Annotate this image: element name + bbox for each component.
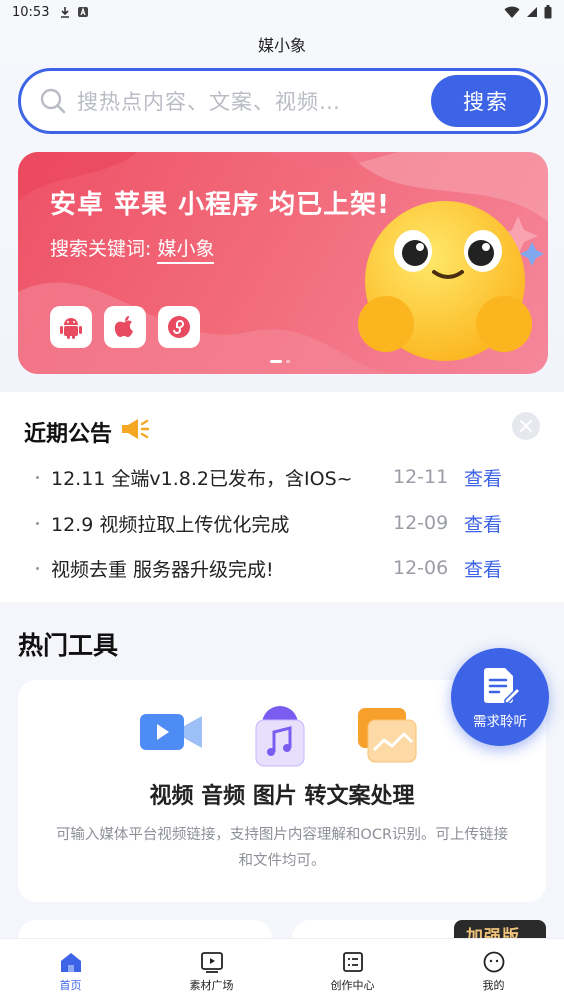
smile-icon xyxy=(483,951,504,973)
nav-creation-center[interactable]: 创作中心 xyxy=(282,939,423,1004)
signal-icon xyxy=(527,7,537,17)
megaphone-icon xyxy=(122,419,150,439)
announcement-date: 12-06 xyxy=(393,557,449,579)
tool-card-title: 视频 音频 图片 转文案处理 xyxy=(149,784,415,809)
announcement-date: 12-11 xyxy=(393,466,449,488)
mini-program-icon xyxy=(158,306,200,348)
search-input[interactable]: 搜热点内容、文案、视频… xyxy=(77,86,341,116)
banner-subtitle: 搜索关键词: 媒小象 xyxy=(50,234,215,264)
banner-title: 安卓 苹果 小程序 均已上架! xyxy=(50,190,391,220)
banner-keyword: 媒小象 xyxy=(157,238,215,264)
announcement-section: 近期公告 12.11 全端v1.8.2已发布，含IOS~ 12-11 查看 12… xyxy=(0,392,564,602)
notification-a-icon xyxy=(78,7,89,17)
nav-material-square[interactable]: 素材广场 xyxy=(141,939,282,1004)
wifi-icon xyxy=(504,6,520,18)
status-time: 10:53 xyxy=(12,4,50,20)
announcement-date: 12-09 xyxy=(393,512,449,534)
banner-pagination xyxy=(270,360,290,363)
close-announcement-button[interactable] xyxy=(512,412,540,440)
page-title: 媒小象 xyxy=(257,36,306,55)
apple-icon xyxy=(104,306,146,348)
nav-label: 素材广场 xyxy=(189,979,234,992)
close-icon xyxy=(520,420,532,432)
nav-label: 首页 xyxy=(59,979,82,992)
search-bar[interactable]: 搜热点内容、文案、视频… 搜索 xyxy=(18,68,548,134)
nav-label: 我的 xyxy=(482,979,505,992)
view-link[interactable]: 查看 xyxy=(464,510,502,537)
download-icon xyxy=(61,7,70,18)
feedback-fab-button[interactable]: 需求聆听 xyxy=(451,648,549,746)
battery-icon xyxy=(544,5,552,19)
video-icon xyxy=(140,714,202,750)
image-icon xyxy=(358,708,417,763)
fab-label: 需求聆听 xyxy=(473,714,527,730)
view-link[interactable]: 查看 xyxy=(464,555,502,582)
hot-tools-title: 热门工具 xyxy=(18,631,119,660)
announcement-item[interactable]: 视频去重 服务器升级完成! 12-06 查看 xyxy=(36,553,536,583)
app-header: 媒小象 xyxy=(0,24,564,64)
banner-subtitle-prefix: 搜索关键词: xyxy=(50,238,152,260)
video-square-icon xyxy=(200,952,223,973)
music-icon xyxy=(255,706,305,767)
search-icon xyxy=(40,88,66,114)
document-edit-icon xyxy=(484,668,521,704)
announcement-text: 视频去重 服务器升级完成! xyxy=(51,558,274,581)
announcement-item[interactable]: 12.11 全端v1.8.2已发布，含IOS~ 12-11 查看 xyxy=(36,462,536,492)
status-bar: 10:53 xyxy=(0,0,564,24)
search-button[interactable]: 搜索 xyxy=(431,75,541,127)
view-link[interactable]: 查看 xyxy=(464,464,502,491)
announcement-text: 12.11 全端v1.8.2已发布，含IOS~ xyxy=(51,467,353,490)
promo-banner[interactable]: 安卓 苹果 小程序 均已上架! 搜索关键词: 媒小象 xyxy=(18,152,548,374)
announcement-title: 近期公告 xyxy=(24,422,113,447)
announcement-item[interactable]: 12.9 视频拉取上传优化完成 12-09 查看 xyxy=(36,508,536,538)
android-icon xyxy=(50,306,92,348)
home-icon xyxy=(60,953,81,972)
mascot-illustration xyxy=(358,201,544,361)
bottom-navigation: 首页 素材广场 创作中心 我的 xyxy=(0,938,564,1004)
checklist-icon xyxy=(342,952,363,972)
tool-card-description: 可输入媒体平台视频链接，支持图片内容理解和OCR识别。可上传链接和文件均可。 xyxy=(55,827,509,869)
nav-label: 创作中心 xyxy=(330,979,375,992)
nav-profile[interactable]: 我的 xyxy=(423,939,564,1004)
nav-home[interactable]: 首页 xyxy=(0,939,141,1004)
announcement-text: 12.9 视频拉取上传优化完成 xyxy=(51,513,290,536)
